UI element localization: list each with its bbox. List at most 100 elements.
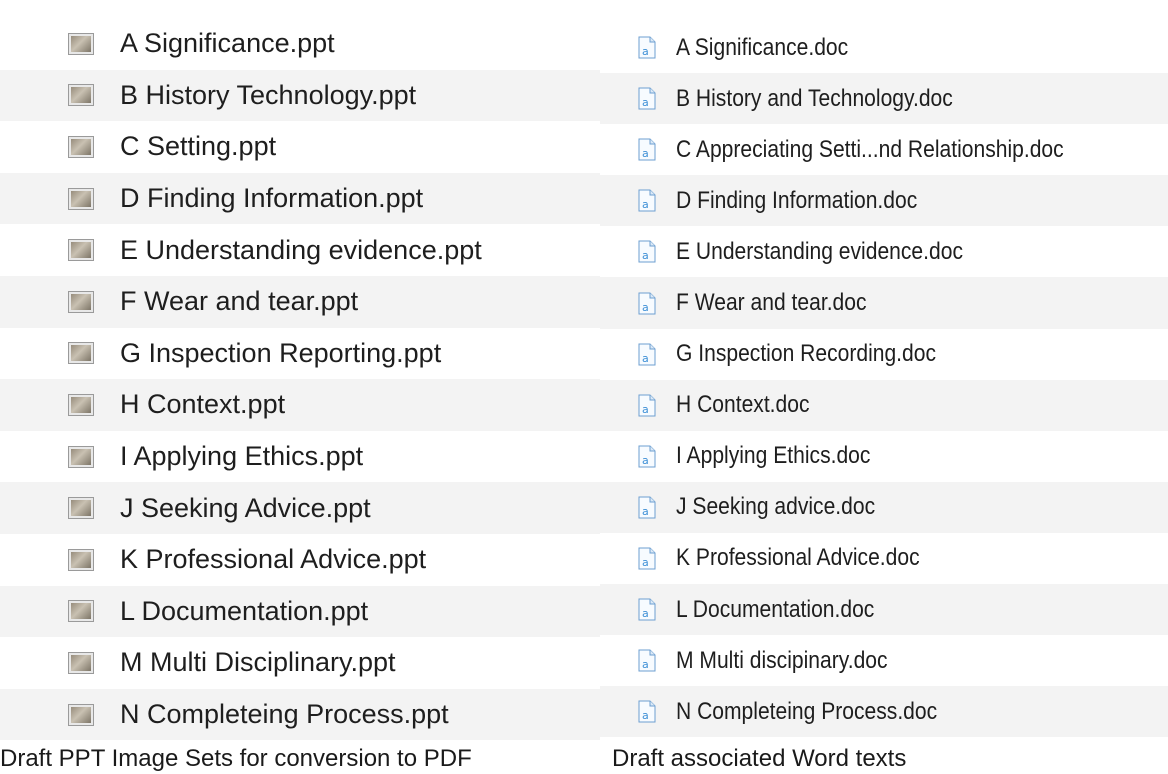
- ppt-file-row[interactable]: N Completeing Process.ppt: [0, 688, 600, 741]
- word-document-icon: a: [638, 547, 656, 570]
- word-document-icon: a: [638, 445, 656, 468]
- file-name: K Professional Advice.doc: [676, 544, 920, 572]
- doc-file-row[interactable]: a G Inspection Recording.doc: [600, 329, 1168, 380]
- word-document-icon: a: [638, 700, 656, 723]
- word-document-icon: a: [638, 343, 656, 366]
- slide-thumbnail-icon: [68, 445, 94, 468]
- doc-file-row[interactable]: a C Appreciating Setti...nd Relationship.…: [600, 124, 1168, 175]
- file-name: B History and Technology.doc: [676, 84, 953, 112]
- file-name: H Context.doc: [676, 391, 810, 419]
- file-name: G Inspection Reporting.ppt: [120, 337, 442, 368]
- word-document-icon: a: [638, 138, 656, 161]
- doc-file-row[interactable]: a E Understanding evidence.doc: [600, 226, 1168, 277]
- file-name: K Professional Advice.ppt: [120, 544, 427, 575]
- word-document-icon: a: [638, 189, 656, 212]
- file-name: F Wear and tear.ppt: [120, 286, 359, 317]
- svg-text:a: a: [642, 352, 649, 365]
- slide-thumbnail-icon: [68, 239, 94, 262]
- ppt-file-row[interactable]: K Professional Advice.ppt: [0, 534, 600, 586]
- file-name: C Setting.ppt: [120, 131, 277, 162]
- slide-thumbnail-icon: [68, 497, 94, 520]
- slide-thumbnail-icon: [68, 548, 94, 571]
- svg-text:a: a: [642, 505, 649, 518]
- svg-text:a: a: [642, 658, 649, 671]
- svg-text:a: a: [642, 607, 649, 620]
- word-document-icon: a: [638, 240, 656, 263]
- file-name: J Seeking advice.doc: [676, 493, 876, 521]
- ppt-file-row[interactable]: B History Technology.ppt: [0, 69, 600, 122]
- doc-list-caption: Draft associated Word texts: [612, 745, 907, 772]
- svg-text:a: a: [642, 198, 649, 211]
- svg-text:a: a: [642, 147, 649, 160]
- file-name: E Understanding evidence.ppt: [120, 234, 482, 265]
- slide-thumbnail-icon: [68, 32, 94, 55]
- word-document-icon: a: [638, 496, 656, 519]
- word-document-icon: a: [638, 649, 656, 672]
- doc-file-row[interactable]: a A Significance.doc: [600, 22, 1168, 73]
- slide-thumbnail-icon: [68, 342, 94, 365]
- doc-file-row[interactable]: a L Documentation.doc: [600, 584, 1168, 636]
- doc-file-row[interactable]: a F Wear and tear.doc: [600, 277, 1168, 329]
- svg-text:a: a: [642, 556, 649, 569]
- file-name: A Significance.doc: [676, 33, 849, 61]
- slide-thumbnail-icon: [68, 84, 94, 107]
- slide-thumbnail-icon: [68, 703, 94, 726]
- file-name: F Wear and tear.doc: [676, 289, 867, 317]
- ppt-file-row[interactable]: A Significance.ppt: [0, 18, 600, 70]
- word-document-icon: a: [638, 36, 656, 59]
- doc-file-row[interactable]: a B History and Technology.doc: [600, 73, 1168, 125]
- file-name: M Multi Disciplinary.ppt: [120, 647, 396, 678]
- doc-file-row[interactable]: a K Professional Advice.doc: [600, 533, 1168, 584]
- file-name: A Significance.ppt: [120, 28, 335, 59]
- doc-file-row[interactable]: a I Applying Ethics.doc: [600, 431, 1168, 482]
- ppt-file-row[interactable]: M Multi Disciplinary.ppt: [0, 637, 600, 689]
- doc-file-row[interactable]: a N Completeing Process.doc: [600, 686, 1168, 738]
- ppt-file-row[interactable]: F Wear and tear.ppt: [0, 275, 600, 328]
- svg-text:a: a: [642, 249, 649, 262]
- svg-text:a: a: [642, 301, 649, 314]
- file-name: D Finding Information.doc: [676, 186, 918, 214]
- file-name: D Finding Information.ppt: [120, 183, 424, 214]
- ppt-file-row[interactable]: D Finding Information.ppt: [0, 172, 600, 225]
- file-name: N Completeing Process.doc: [676, 697, 938, 725]
- file-name: C Appreciating Setti...nd Relationship.d…: [676, 135, 1064, 163]
- file-name: I Applying Ethics.ppt: [120, 441, 364, 472]
- word-document-icon: a: [638, 598, 656, 621]
- svg-text:a: a: [642, 403, 649, 416]
- ppt-file-list: A Significance.ppt B History Technology.p…: [0, 0, 600, 741]
- slide-thumbnail-icon: [68, 651, 94, 674]
- slide-thumbnail-icon: [68, 187, 94, 210]
- word-document-icon: a: [638, 87, 656, 110]
- file-name: G Inspection Recording.doc: [676, 340, 937, 368]
- ppt-file-row[interactable]: H Context.ppt: [0, 379, 600, 431]
- slide-thumbnail-icon: [68, 600, 94, 623]
- svg-text:a: a: [642, 454, 649, 467]
- word-document-icon: a: [638, 394, 656, 417]
- ppt-file-row[interactable]: L Documentation.ppt: [0, 585, 600, 638]
- ppt-file-row[interactable]: I Applying Ethics.ppt: [0, 431, 600, 483]
- file-name: N Completeing Process.ppt: [120, 699, 449, 730]
- ppt-list-caption: Draft PPT Image Sets for conversion to P…: [0, 745, 472, 772]
- svg-text:a: a: [642, 96, 649, 109]
- doc-file-row[interactable]: a D Finding Information.doc: [600, 175, 1168, 227]
- file-name: B History Technology.ppt: [120, 79, 417, 110]
- file-name: L Documentation.ppt: [120, 595, 369, 626]
- slide-thumbnail-icon: [68, 135, 94, 158]
- svg-text:a: a: [642, 709, 649, 722]
- slide-thumbnail-icon: [68, 290, 94, 313]
- doc-file-row[interactable]: a M Multi discipinary.doc: [600, 635, 1168, 686]
- ppt-file-row[interactable]: J Seeking Advice.ppt: [0, 482, 600, 534]
- doc-file-row[interactable]: a J Seeking advice.doc: [600, 481, 1168, 533]
- ppt-file-row[interactable]: E Understanding evidence.ppt: [0, 224, 600, 276]
- word-document-icon: a: [638, 292, 656, 315]
- svg-text:a: a: [642, 45, 649, 58]
- ppt-file-row[interactable]: C Setting.ppt: [0, 121, 600, 173]
- doc-file-row[interactable]: a H Context.doc: [600, 379, 1168, 431]
- file-name: L Documentation.doc: [676, 595, 875, 623]
- file-name: M Multi discipinary.doc: [676, 646, 888, 674]
- file-name: J Seeking Advice.ppt: [120, 492, 371, 523]
- file-name: I Applying Ethics.doc: [676, 442, 871, 470]
- slide-thumbnail-icon: [68, 393, 94, 416]
- doc-file-list: a A Significance.doc a B History and Techno…: [600, 0, 1168, 738]
- ppt-file-row[interactable]: G Inspection Reporting.ppt: [0, 328, 600, 380]
